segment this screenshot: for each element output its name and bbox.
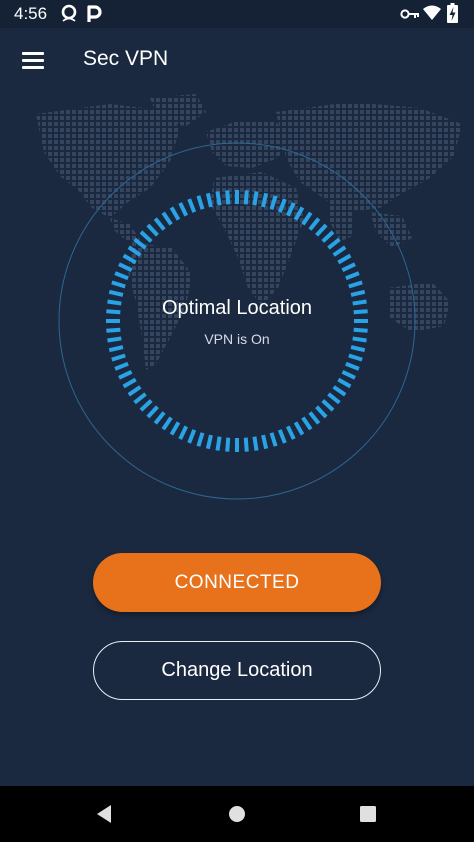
dial-tick [327, 392, 341, 405]
dial-tick [345, 271, 360, 281]
dial-tick [243, 437, 249, 452]
dial-tick [243, 190, 249, 205]
dial-tick [277, 198, 287, 213]
dial-tick [127, 245, 142, 257]
dial-tick [269, 432, 278, 447]
dial-tick [127, 385, 142, 397]
dial-tick [215, 191, 222, 206]
dial-tick [321, 399, 335, 412]
dial-tick [350, 289, 366, 297]
dial-tick [133, 237, 147, 250]
dial-tick [215, 436, 222, 451]
dial-tick [261, 192, 269, 208]
dial-tick [161, 416, 173, 431]
dial-tick [337, 253, 352, 265]
dial-tick [301, 211, 313, 226]
dial-tick [293, 206, 305, 221]
dial-tick [169, 206, 181, 221]
dial-tick [146, 405, 159, 419]
dial-tick [332, 245, 347, 257]
dial-tick [321, 230, 335, 243]
dial-tick [327, 237, 341, 250]
dial-tick [153, 217, 166, 231]
vpn-status-text: VPN is On [204, 331, 270, 347]
vpn-screen: 4:56 Sec VPN Optimal Location VPN is On … [0, 0, 474, 842]
back-icon[interactable] [91, 800, 119, 828]
dial-tick [146, 223, 159, 237]
dial-tick [315, 223, 328, 237]
dial-tick [348, 353, 363, 362]
change-location-button[interactable]: Change Location [93, 641, 381, 700]
dial-tick [114, 271, 129, 281]
dial-tick [205, 434, 213, 450]
dial-tick [153, 411, 166, 425]
dial-tick [293, 421, 305, 436]
dial-tick [285, 202, 296, 217]
dial-tick [178, 425, 189, 440]
dial-tick [252, 191, 259, 206]
dial-tick [111, 353, 126, 362]
dial-tick [269, 195, 278, 210]
dial-tick [350, 345, 366, 353]
dial-tick [315, 405, 328, 419]
connection-dial [58, 142, 416, 500]
home-icon[interactable] [223, 800, 251, 828]
dial-tick [118, 262, 133, 273]
dial-tick [133, 392, 147, 405]
dial-tick [332, 385, 347, 397]
dial-tick [114, 361, 129, 371]
dial-tick [111, 280, 126, 289]
dial-tick [261, 434, 269, 450]
dial-tick [122, 253, 137, 265]
dial-tick [139, 399, 153, 412]
dial-tick [108, 289, 124, 297]
dial-tick [225, 190, 231, 205]
dial-tick [337, 377, 352, 389]
dial-tick [277, 429, 287, 444]
dial-tick [341, 369, 356, 380]
dial-tick [187, 198, 197, 213]
dial-tick [205, 192, 213, 208]
dial-tick [169, 421, 181, 436]
dial-tick [341, 262, 356, 273]
dial-tick [225, 437, 231, 452]
location-title: Optimal Location [161, 297, 313, 319]
dial-tick [308, 217, 321, 231]
dial-tick [118, 369, 133, 380]
dial-tick [348, 280, 363, 289]
dial-tick [345, 361, 360, 371]
dial-ticks [106, 190, 368, 452]
dial-tick [196, 195, 205, 210]
dial-tick [196, 432, 205, 447]
dial-tick [161, 211, 173, 226]
connected-button[interactable]: CONNECTED [93, 553, 381, 612]
dial-tick [308, 411, 321, 425]
system-nav-bar [0, 786, 474, 842]
recents-icon[interactable] [354, 800, 382, 828]
dial-tick [139, 230, 153, 243]
dial-tick [187, 429, 197, 444]
dial-tick [122, 377, 137, 389]
dial-tick [108, 345, 124, 353]
dial-tick [178, 202, 189, 217]
dial-tick [252, 436, 259, 451]
dial-tick [285, 425, 296, 440]
dial-tick [301, 416, 313, 431]
